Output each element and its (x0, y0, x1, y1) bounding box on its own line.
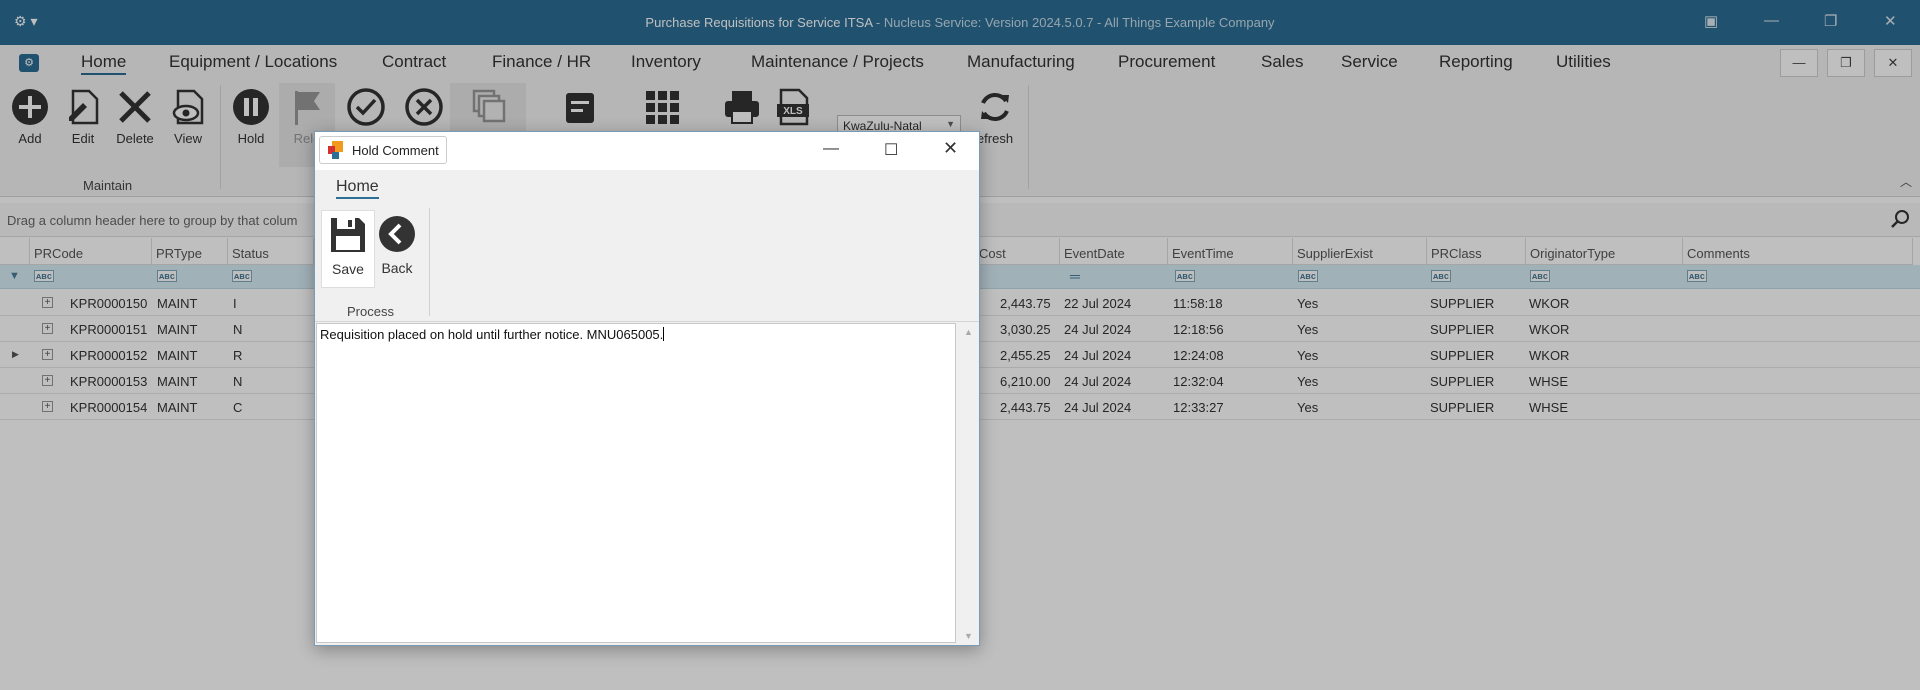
app-logo-icon (328, 141, 343, 159)
scroll-up-icon[interactable]: ▲ (964, 327, 973, 337)
dialog-close-icon[interactable]: ✕ (943, 138, 958, 159)
dialog-title-bar: Hold Comment — ☐ ✕ (315, 132, 979, 170)
back-label: Back (381, 260, 413, 276)
dialog-ribbon: Save Back Process ︿ (315, 204, 979, 333)
text-caret (663, 327, 665, 341)
floppy-disk-icon (331, 218, 365, 252)
dialog-minimize-icon[interactable]: — (823, 140, 839, 158)
comment-textarea[interactable]: Requisition placed on hold until further… (316, 323, 956, 643)
hold-comment-dialog: Hold Comment — ☐ ✕ Home Save Back Proces… (314, 131, 980, 646)
dialog-maximize-icon[interactable]: ☐ (884, 140, 898, 160)
dialog-tab-home[interactable]: Home (336, 178, 379, 199)
group-label-process: Process (347, 304, 394, 319)
comment-scrollbar[interactable]: ▲ ▼ (959, 325, 977, 643)
dialog-title-box: Hold Comment (319, 136, 447, 164)
save-label: Save (332, 261, 364, 277)
back-arrow-icon (379, 216, 415, 252)
comment-text: Requisition placed on hold until further… (320, 327, 664, 342)
dialog-ribbon-separator (429, 208, 430, 316)
scroll-down-icon[interactable]: ▼ (964, 631, 973, 641)
back-button[interactable]: Back (377, 210, 417, 276)
dialog-title: Hold Comment (352, 142, 439, 158)
save-button[interactable]: Save (321, 210, 375, 288)
